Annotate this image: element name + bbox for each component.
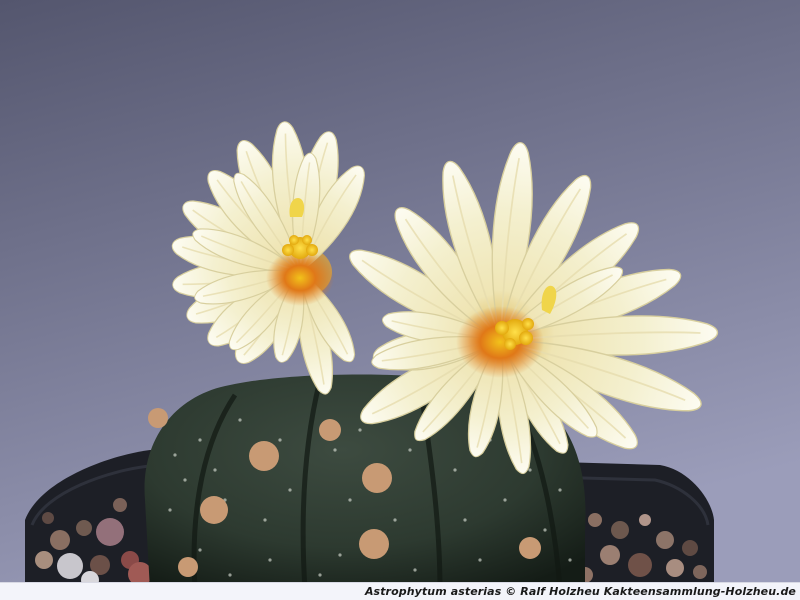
cactus-photo [0,0,800,600]
photo-scene: Astrophytum asterias © Ralf Holzheu Kakt… [0,0,800,600]
photo-caption: Astrophytum asterias © Ralf Holzheu Kakt… [364,585,796,598]
caption-bar: Astrophytum asterias © Ralf Holzheu Kakt… [0,582,800,600]
